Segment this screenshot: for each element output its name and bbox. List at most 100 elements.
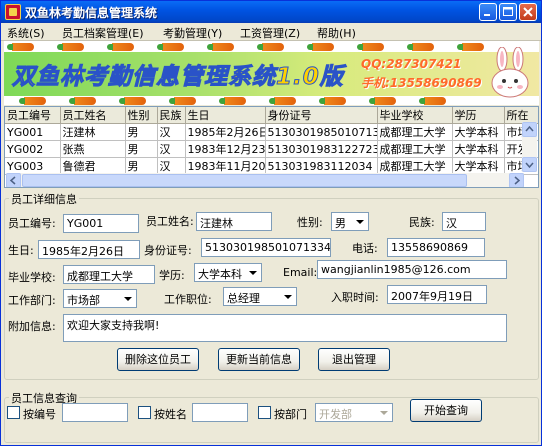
delete-employee-button[interactable]: 删除这位员工 [117,348,199,371]
table-row[interactable]: YG001 汪建林 男 汉 1985年2月26日 513030198501071… [5,123,538,141]
column-header[interactable]: 性别 [125,107,158,124]
table-cell[interactable]: 1983年11月20日 [185,157,266,175]
table-cell[interactable]: 513030198312272341 [265,140,378,158]
table-cell[interactable]: 大学本科 [452,140,505,158]
scroll-left-button[interactable] [6,173,21,187]
notes-field[interactable]: 欢迎大家支持我啊! [63,314,507,342]
horizontal-scrollbar[interactable] [6,173,524,187]
hire-date-label: 入职时间: [331,291,379,304]
phone-field[interactable]: 13558690869 [387,238,485,257]
employee-grid[interactable]: 员工编号 员工姓名 性别 民族 生日 身份证号 毕业学校 学历 所在 YG001… [4,106,539,188]
chevron-right-icon [514,176,521,185]
table-cell[interactable]: 成都理工大学 [377,157,453,175]
email-label: Email: [283,266,318,279]
scroll-right-button[interactable] [509,173,524,187]
chevron-down-icon[interactable] [120,291,135,306]
table-cell[interactable]: 男 [125,123,158,141]
scroll-up-button[interactable] [522,122,537,137]
menu-help[interactable]: 帮助(H) [317,25,356,41]
maximize-button[interactable] [499,3,517,21]
maximize-icon [503,7,513,16]
ethnicity-label: 民族: [409,216,435,229]
carrot-decoration [207,43,234,51]
table-cell[interactable]: 大学本科 [452,157,505,175]
ethnicity-field[interactable]: 汉 [442,212,486,231]
table-cell[interactable]: 大学本科 [452,123,505,141]
column-header[interactable]: 员工姓名 [60,107,126,124]
update-info-button[interactable]: 更新当前信息 [218,348,300,371]
carrot-decoration [269,97,296,105]
title-bar[interactable]: 双鱼林考勤信息管理系统 [1,1,541,23]
carrot-decoration [257,43,284,51]
email-field[interactable]: wangjianlin1985@126.com [317,260,507,279]
employee-id-field[interactable]: YG001 [63,214,139,233]
query-name-input[interactable] [192,403,248,422]
education-select[interactable]: 大学本科 [194,263,262,282]
name-field[interactable]: 汪建林 [196,212,272,231]
birthday-field[interactable]: 1985年2月26日 [38,240,140,259]
minimize-icon [484,14,490,16]
table-cell[interactable]: 汉 [157,140,186,158]
carrot-decoration [307,43,334,51]
column-header[interactable]: 身份证号 [265,107,378,124]
close-button[interactable] [519,3,537,21]
scroll-down-button[interactable] [522,157,537,172]
table-cell[interactable]: 成都理工大学 [377,123,453,141]
column-header[interactable]: 毕业学校 [377,107,453,124]
table-cell[interactable]: 男 [125,140,158,158]
table-cell[interactable]: YG002 [5,140,61,158]
table-cell[interactable]: 513030198501071334 [265,123,378,141]
position-value: 总经理 [227,292,260,305]
position-select[interactable]: 总经理 [223,287,297,306]
carrot-decoration [219,97,246,105]
exit-management-button[interactable]: 退出管理 [318,348,390,371]
table-cell[interactable]: 1983年12月23日 [185,140,266,158]
table-cell[interactable]: 鲁德君 [60,157,126,175]
window-title: 双鱼林考勤信息管理系统 [25,6,158,20]
column-header[interactable]: 民族 [157,107,186,124]
start-query-button[interactable]: 开始查询 [410,399,482,422]
horizontal-scroll-thumb[interactable] [22,174,467,187]
table-cell[interactable]: 成都理工大学 [377,140,453,158]
gender-select[interactable]: 男 [331,212,369,231]
query-dept-select[interactable]: 开发部 [315,403,393,422]
chevron-down-icon[interactable] [352,214,367,229]
query-by-name-checkbox[interactable] [138,406,151,419]
column-header[interactable]: 生日 [185,107,266,124]
menu-system[interactable]: 系统(S) [7,25,45,41]
query-id-input[interactable] [62,403,128,422]
carrot-decoration [7,43,34,51]
table-cell[interactable]: 汪建林 [60,123,126,141]
table-row[interactable]: YG002 张燕 男 汉 1983年12月23日 513030198312272… [5,140,538,158]
phone-label: 电话: [352,242,378,255]
column-header[interactable]: 员工编号 [5,107,61,124]
menu-salary[interactable]: 工资管理(Z) [240,25,300,41]
menu-attendance[interactable]: 考勤管理(Y) [163,25,222,41]
vertical-scrollbar[interactable] [522,122,537,172]
department-select[interactable]: 市场部 [63,289,137,308]
table-cell[interactable]: 513031983112034 [265,157,378,175]
table-cell[interactable]: YG003 [5,157,61,175]
minimize-button[interactable] [479,3,497,21]
table-cell[interactable]: 汉 [157,157,186,175]
chevron-down-icon[interactable] [280,289,295,304]
menu-employee-records[interactable]: 员工档案管理(E) [62,25,144,41]
table-row[interactable]: YG003 鲁德君 男 汉 1983年11月20日 51303198311203… [5,157,538,175]
chevron-down-icon[interactable] [245,265,260,280]
table-cell[interactable]: YG001 [5,123,61,141]
table-cell[interactable]: 汉 [157,123,186,141]
chevron-down-icon[interactable] [376,405,391,420]
query-by-id-checkbox[interactable] [7,406,20,419]
column-header[interactable]: 学历 [452,107,505,124]
table-cell[interactable]: 男 [125,157,158,175]
carrot-decoration [407,43,434,51]
education-label: 学历: [159,269,185,282]
table-cell[interactable]: 1985年2月26日 [185,123,266,141]
banner-phone: 手机:13558690869 [361,76,482,90]
school-field[interactable]: 成都理工大学 [63,265,155,284]
table-cell[interactable]: 张燕 [60,140,126,158]
id-number-field[interactable]: 513030198501071334 [201,238,331,257]
hire-date-field[interactable]: 2007年9月19日 [387,285,487,304]
query-by-dept-checkbox[interactable] [258,406,271,419]
app-window: 双鱼林考勤信息管理系统 系统(S) 员工档案管理(E) 考勤管理(Y) 工资管理… [0,0,542,446]
